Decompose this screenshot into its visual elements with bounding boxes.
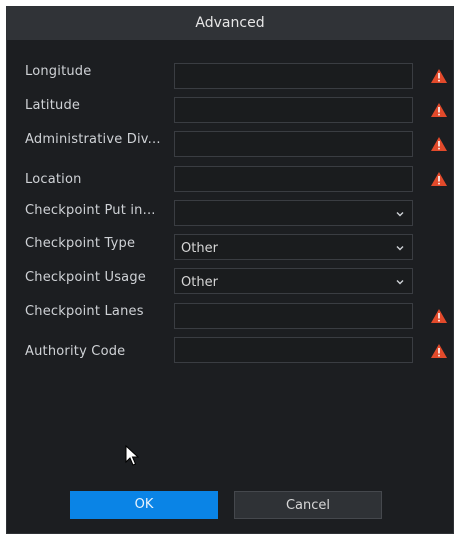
location-label: Location	[25, 172, 82, 187]
cancel-button[interactable]: Cancel	[234, 491, 382, 519]
latitude-label: Latitude	[25, 98, 81, 113]
mouse-cursor-icon	[125, 445, 139, 466]
checkpoint-usage-select[interactable]: Other	[174, 268, 413, 294]
latitude-input[interactable]	[174, 97, 413, 123]
latitude-warning-icon	[431, 103, 447, 117]
location-input[interactable]	[174, 166, 413, 192]
authority-code-input[interactable]	[174, 337, 413, 363]
longitude-input[interactable]	[174, 63, 413, 89]
checkpoint-usage-value: Other	[181, 275, 218, 290]
checkpoint-lanes-input[interactable]	[174, 303, 413, 329]
admin-division-label: Administrative Div...	[25, 132, 161, 147]
authority-code-label: Authority Code	[25, 344, 126, 359]
checkpoint-type-select[interactable]: Other	[174, 234, 413, 260]
advanced-dialog: Advanced Longitude Latitude Administrati…	[6, 6, 454, 534]
admin-division-input[interactable]	[174, 131, 413, 157]
location-warning-icon	[431, 172, 447, 186]
chevron-down-icon	[396, 280, 404, 285]
ok-button[interactable]: OK	[70, 491, 218, 519]
authority-code-warning-icon	[431, 344, 447, 358]
checkpoint-put-in-label: Checkpoint Put in...	[25, 203, 156, 218]
checkpoint-type-value: Other	[181, 241, 218, 256]
checkpoint-lanes-warning-icon	[431, 309, 447, 323]
chevron-down-icon	[396, 246, 404, 251]
dialog-title: Advanced	[7, 7, 453, 40]
longitude-label: Longitude	[25, 64, 92, 79]
chevron-down-icon	[396, 212, 404, 217]
checkpoint-type-label: Checkpoint Type	[25, 236, 136, 251]
admin-division-warning-icon	[431, 137, 447, 151]
longitude-warning-icon	[431, 69, 447, 83]
checkpoint-lanes-label: Checkpoint Lanes	[25, 304, 144, 319]
checkpoint-put-in-select[interactable]	[174, 200, 413, 226]
checkpoint-usage-label: Checkpoint Usage	[25, 270, 146, 285]
